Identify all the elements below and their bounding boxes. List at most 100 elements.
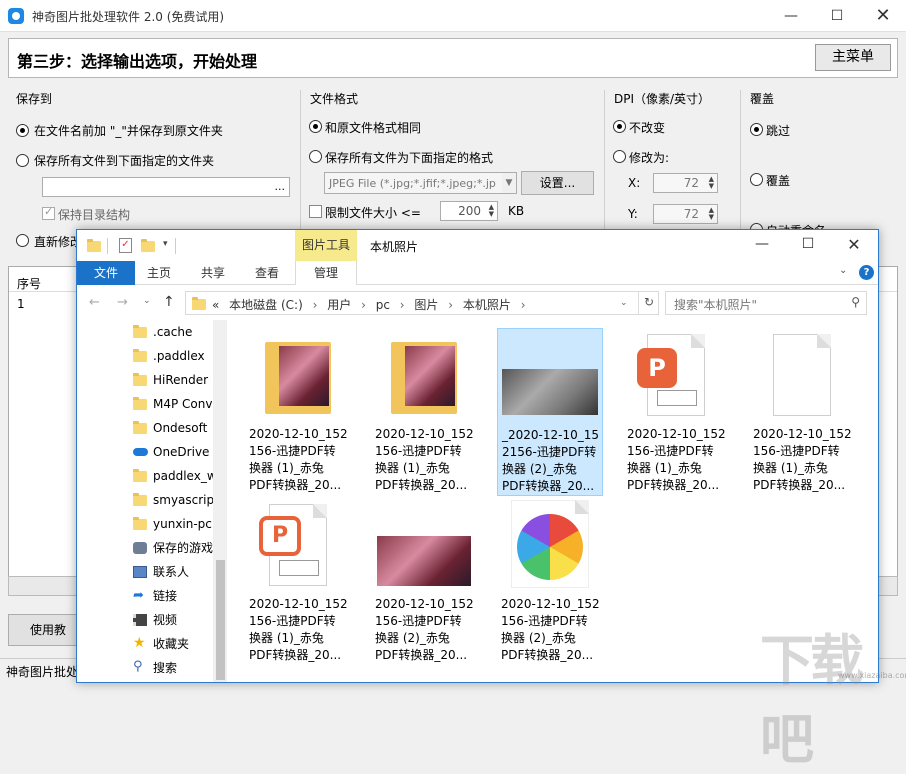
dpi-keep-label: 不改变 bbox=[629, 119, 665, 136]
tab-view[interactable]: 查看 bbox=[255, 261, 279, 285]
search-icon[interactable]: ⚲ bbox=[851, 295, 860, 309]
expand-ribbon-icon[interactable]: ⌄ bbox=[839, 265, 847, 276]
tab-share[interactable]: 共享 bbox=[201, 261, 225, 285]
nav-item-videos[interactable]: 视频 bbox=[133, 608, 177, 632]
image-thumbnail bbox=[279, 346, 329, 406]
specified-format-label: 保存所有文件为下面指定的格式 bbox=[325, 149, 493, 166]
dpi-x-input[interactable]: 72 ▲▼ bbox=[653, 173, 718, 193]
recent-dropdown-icon[interactable]: ⌄ bbox=[143, 296, 151, 306]
settings-button[interactable]: 设置... bbox=[521, 171, 594, 195]
file-item[interactable]: 2020-12-10_152 156-迅捷PDF转 换器 (1)_赤兔 PDF转… bbox=[371, 328, 477, 496]
help-icon[interactable]: ? bbox=[859, 265, 874, 280]
file-item[interactable]: 2020-12-10_152 156-迅捷PDF转 换器 (2)_赤兔 PDF转… bbox=[497, 498, 603, 666]
file-item[interactable]: P 2020-12-10_152 156-迅捷PDF转 换器 (1)_赤兔 PD… bbox=[623, 328, 729, 496]
nav-item-paddlex-w[interactable]: paddlex_w bbox=[133, 464, 217, 488]
nav-item-contacts[interactable]: 联系人 bbox=[133, 560, 189, 584]
search-input[interactable]: 搜索"本机照片" ⚲ bbox=[665, 291, 867, 315]
nav-item-yunxin[interactable]: yunxin-pc bbox=[133, 512, 212, 536]
save-original-label: 在文件名前加 "_"并保存到原文件夹 bbox=[34, 122, 223, 139]
same-format-label: 和原文件格式相同 bbox=[325, 119, 421, 136]
up-arrow-icon[interactable]: ↑ bbox=[163, 294, 175, 310]
save-original-radio[interactable] bbox=[16, 124, 29, 137]
breadcrumb-pictures[interactable]: 图片 bbox=[414, 298, 438, 312]
skip-label: 跳过 bbox=[766, 122, 790, 139]
main-menu-button[interactable]: 主菜单 bbox=[815, 44, 891, 71]
nav-item-favorites[interactable]: ★收藏夹 bbox=[133, 632, 189, 656]
chevron-right-icon: › bbox=[400, 298, 405, 312]
format-select-value: JPEG File (*.jpg;*.jfif;*.jpeg;*.jp bbox=[329, 177, 496, 190]
file-item[interactable]: 2020-12-10_152 156-迅捷PDF转 换器 (2)_赤兔 PDF转… bbox=[371, 498, 477, 666]
save-folder-radio[interactable] bbox=[16, 154, 29, 167]
breadcrumb-users[interactable]: 用户 bbox=[327, 298, 351, 312]
overwrite-radio[interactable] bbox=[750, 173, 763, 186]
chevron-right-icon: › bbox=[361, 298, 366, 312]
spin-buttons-icon[interactable]: ▲▼ bbox=[709, 176, 714, 190]
app-titlebar: 神奇图片批处理软件 2.0 (免费试用) — ☐ ✕ bbox=[0, 0, 906, 32]
explorer-maximize-button[interactable]: ☐ bbox=[785, 230, 831, 259]
properties-icon[interactable]: ✓ bbox=[119, 238, 132, 253]
image-thumbnail bbox=[502, 369, 598, 415]
save-folder-input[interactable]: ... bbox=[42, 177, 290, 197]
file-item[interactable]: P 2020-12-10_152 156-迅捷PDF转 换器 (1)_赤兔 PD… bbox=[245, 498, 351, 666]
breadcrumb: « 本地磁盘 (C:) › 用户 › pc › 图片 › 本机照片 › bbox=[212, 296, 526, 313]
nav-item-ondesoft[interactable]: Ondesoft bbox=[133, 416, 207, 440]
nav-scrollbar-thumb[interactable] bbox=[216, 560, 225, 680]
browse-button[interactable]: ... bbox=[275, 180, 286, 193]
same-format-radio[interactable] bbox=[309, 120, 322, 133]
nav-item-paddlex[interactable]: .paddlex bbox=[133, 344, 205, 368]
limit-size-label: 限制文件大小 <= bbox=[325, 204, 421, 221]
minimize-button[interactable]: — bbox=[768, 0, 814, 32]
breadcrumb-overflow[interactable]: « bbox=[212, 298, 219, 312]
spin-buttons-icon[interactable]: ▲▼ bbox=[489, 204, 494, 218]
dpi-x-value: 72 bbox=[684, 176, 699, 190]
close-button[interactable]: ✕ bbox=[860, 0, 906, 32]
divider bbox=[175, 238, 176, 254]
breadcrumb-drive[interactable]: 本地磁盘 (C:) bbox=[229, 298, 303, 312]
limit-size-input[interactable]: 200 ▲▼ bbox=[440, 201, 498, 221]
keep-structure-checkbox[interactable] bbox=[42, 207, 55, 220]
back-arrow-icon[interactable]: ← bbox=[89, 295, 100, 310]
nav-item-hirender[interactable]: HiRender bbox=[133, 368, 208, 392]
nav-item-m4p[interactable]: M4P Conv bbox=[133, 392, 212, 416]
explorer-close-button[interactable]: ✕ bbox=[831, 230, 877, 259]
skip-radio[interactable] bbox=[750, 123, 763, 136]
file-item-selected[interactable]: _2020-12-10_15 2156-迅捷PDF转 换器 (2)_赤兔 PDF… bbox=[497, 328, 603, 496]
divider bbox=[638, 292, 639, 314]
breadcrumb-camera-roll[interactable]: 本机照片 bbox=[463, 298, 511, 312]
folder-icon bbox=[133, 327, 147, 338]
dpi-keep-radio[interactable] bbox=[613, 120, 626, 133]
star-icon: ★ bbox=[133, 636, 146, 650]
breadcrumb-pc[interactable]: pc bbox=[376, 298, 390, 312]
dpi-y-input[interactable]: 72 ▲▼ bbox=[653, 204, 718, 224]
new-folder-icon[interactable] bbox=[141, 241, 155, 252]
dpi-change-radio[interactable] bbox=[613, 150, 626, 163]
tab-manage[interactable]: 管理 bbox=[295, 261, 357, 285]
overwrite-title: 覆盖 bbox=[750, 90, 774, 107]
divider bbox=[107, 238, 108, 254]
step-header: 第三步：选择输出选项，开始处理 主菜单 bbox=[8, 38, 898, 78]
nav-item-saved-games[interactable]: 保存的游戏 bbox=[133, 536, 213, 560]
nav-item-links[interactable]: ➦链接 bbox=[133, 584, 177, 608]
nav-item-onedrive[interactable]: OneDrive bbox=[133, 440, 209, 464]
address-row: ← → ⌄ ↑ « 本地磁盘 (C:) › 用户 › pc › 图片 › 本机照… bbox=[77, 289, 878, 319]
refresh-icon[interactable]: ↻ bbox=[644, 295, 654, 309]
spin-buttons-icon[interactable]: ▲▼ bbox=[709, 207, 714, 221]
file-item[interactable]: 2020-12-10_152 156-迅捷PDF转 换器 (1)_赤兔 PDF转… bbox=[749, 328, 855, 496]
quick-access-dropdown-icon[interactable]: ▾ bbox=[163, 239, 168, 249]
save-rename-radio[interactable] bbox=[16, 234, 29, 247]
tab-home[interactable]: 主页 bbox=[147, 261, 171, 285]
file-item[interactable]: 2020-12-10_152 156-迅捷PDF转 换器 (1)_赤兔 PDF转… bbox=[245, 328, 351, 496]
address-bar[interactable]: « 本地磁盘 (C:) › 用户 › pc › 图片 › 本机照片 › ⌄ ↻ bbox=[185, 291, 659, 315]
format-select[interactable]: JPEG File (*.jpg;*.jfif;*.jpeg;*.jp ▼ bbox=[324, 172, 517, 194]
explorer-minimize-button[interactable]: — bbox=[739, 230, 785, 259]
limit-size-checkbox[interactable] bbox=[309, 205, 322, 218]
tab-file[interactable]: 文件 bbox=[77, 261, 135, 285]
nav-item-smyascript[interactable]: smyascrip bbox=[133, 488, 214, 512]
nav-item-cache[interactable]: .cache bbox=[133, 320, 192, 344]
address-dropdown-icon[interactable]: ⌄ bbox=[620, 298, 628, 308]
specified-format-radio[interactable] bbox=[309, 150, 322, 163]
forward-arrow-icon[interactable]: → bbox=[117, 295, 128, 310]
maximize-button[interactable]: ☐ bbox=[814, 0, 860, 32]
nav-item-search[interactable]: ⚲搜索 bbox=[133, 656, 177, 680]
chevron-down-icon: ▼ bbox=[502, 173, 516, 193]
